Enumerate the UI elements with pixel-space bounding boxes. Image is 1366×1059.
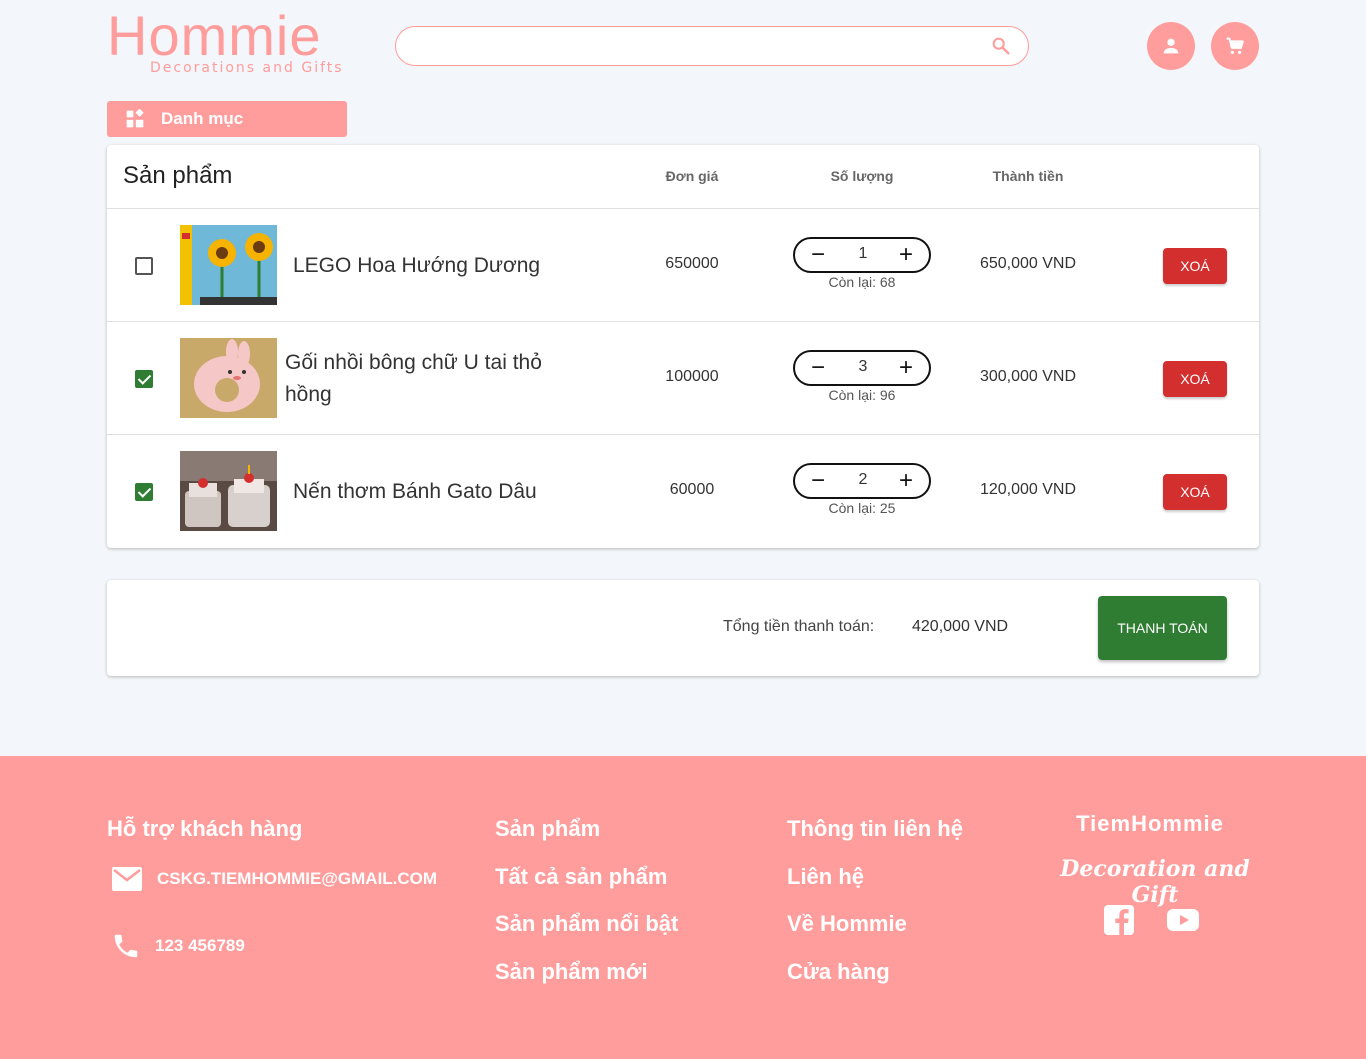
quantity-value[interactable]: 1 xyxy=(845,245,881,263)
line-total: 300,000 VND xyxy=(979,368,1077,385)
category-menu-label: Danh mục xyxy=(161,109,244,128)
stock-remaining: Còn lại: 68 xyxy=(828,274,896,290)
product-name[interactable]: LEGO Hoa Hướng Dương xyxy=(293,209,593,322)
delete-button[interactable]: XOÁ xyxy=(1163,248,1227,284)
increase-button[interactable]: + xyxy=(895,356,917,380)
stock-remaining: Còn lại: 96 xyxy=(828,387,896,403)
column-product: Sản phẩm xyxy=(123,162,233,189)
column-total: Thành tiền xyxy=(992,168,1064,184)
product-thumbnail[interactable] xyxy=(180,451,277,531)
youtube-icon[interactable] xyxy=(1166,904,1199,936)
cart-row: Nến thơm Bánh Gato Dâu 60000 − 2 + Còn l… xyxy=(107,435,1259,548)
unit-price: 60000 xyxy=(669,481,715,498)
cart-row: Gối nhồi bông chữ U tai thỏ hồng 100000 … xyxy=(107,322,1259,435)
unit-price: 650000 xyxy=(665,255,719,272)
email-text: CSKG.TIEMHOMMIE@GMAIL.COM xyxy=(157,869,438,888)
checkout-button[interactable]: THANH TOÁN xyxy=(1098,596,1227,660)
line-total: 650,000 VND xyxy=(979,255,1077,272)
contact-heading: Thông tin liên hệ xyxy=(787,816,963,841)
account-button[interactable] xyxy=(1147,22,1195,70)
line-total: 120,000 VND xyxy=(979,481,1077,498)
logo[interactable]: Hommie Decorations and Gifts xyxy=(107,8,347,78)
search-input[interactable] xyxy=(412,27,972,65)
decrease-button[interactable]: − xyxy=(807,356,829,380)
footer-brand: TiemHommie xyxy=(1076,811,1224,836)
quantity-stepper: − 2 + xyxy=(793,463,931,499)
support-heading: Hỗ trợ khách hàng xyxy=(107,816,303,841)
cart-icon xyxy=(1226,37,1244,55)
item-checkbox[interactable] xyxy=(135,257,153,275)
quantity-value[interactable]: 2 xyxy=(845,471,881,489)
category-menu-button[interactable]: Danh mục xyxy=(107,101,347,137)
order-summary: Tổng tiền thanh toán: 420,000 VND THANH … xyxy=(107,580,1259,676)
stock-remaining: Còn lại: 25 xyxy=(828,500,896,516)
mail-icon xyxy=(112,867,142,891)
quantity-stepper: − 3 + xyxy=(793,350,931,386)
search-icon[interactable] xyxy=(990,35,1012,57)
unit-price: 100000 xyxy=(665,368,719,385)
footer-link-contact[interactable]: Liên hệ xyxy=(787,864,864,890)
quantity-stepper: − 1 + xyxy=(793,237,931,273)
decrease-button[interactable]: − xyxy=(807,469,829,493)
cart-table-header: Sản phẩm Đơn giá Số lượng Thành tiền xyxy=(107,145,1259,209)
item-checkbox[interactable] xyxy=(135,483,153,501)
item-checkbox[interactable] xyxy=(135,370,153,388)
facebook-icon[interactable] xyxy=(1103,904,1135,936)
increase-button[interactable]: + xyxy=(895,243,917,267)
decrease-button[interactable]: − xyxy=(807,243,829,267)
search-bar xyxy=(395,26,1029,66)
grid-icon xyxy=(126,109,144,128)
column-quantity: Số lượng xyxy=(830,168,894,184)
footer-link-new-products[interactable]: Sản phẩm mới xyxy=(495,959,648,985)
footer-link-store[interactable]: Cửa hàng xyxy=(787,959,890,985)
cart-table: Sản phẩm Đơn giá Số lượng Thành tiền LEG… xyxy=(107,145,1259,548)
column-price: Đơn giá xyxy=(665,168,719,184)
products-heading: Sản phẩm xyxy=(495,816,601,841)
support-phone[interactable]: 123 456789 xyxy=(111,931,245,961)
cart-row: LEGO Hoa Hướng Dương 650000 − 1 + Còn lạ… xyxy=(107,209,1259,322)
user-icon xyxy=(1163,38,1179,54)
phone-icon xyxy=(114,934,138,958)
phone-text: 123 456789 xyxy=(155,936,245,955)
product-name[interactable]: Nến thơm Bánh Gato Dâu xyxy=(293,435,593,548)
footer-link-featured-products[interactable]: Sản phẩm nổi bật xyxy=(495,911,678,937)
total-label: Tổng tiền thanh toán: xyxy=(723,618,875,635)
footer-brand-tagline: Decoration and Gift xyxy=(1060,856,1250,908)
footer-link-about[interactable]: Về Hommie xyxy=(787,911,907,937)
delete-button[interactable]: XOÁ xyxy=(1163,361,1227,397)
product-name[interactable]: Gối nhồi bông chữ U tai thỏ hồng xyxy=(285,322,585,435)
logo-title: Hommie xyxy=(107,4,322,67)
quantity-value[interactable]: 3 xyxy=(845,358,881,376)
delete-button[interactable]: XOÁ xyxy=(1163,474,1227,510)
cart-button[interactable] xyxy=(1211,22,1259,70)
logo-subtitle: Decorations and Gifts xyxy=(150,60,344,76)
support-email[interactable]: CSKG.TIEMHOMMIE@GMAIL.COM xyxy=(111,866,437,892)
total-value: 420,000 VND xyxy=(912,618,1009,635)
footer: Hỗ trợ khách hàng CSKG.TIEMHOMMIE@GMAIL.… xyxy=(0,756,1366,1059)
increase-button[interactable]: + xyxy=(895,469,917,493)
footer-link-all-products[interactable]: Tất cả sản phẩm xyxy=(495,864,667,890)
product-thumbnail[interactable] xyxy=(180,338,277,418)
product-thumbnail[interactable] xyxy=(180,225,277,305)
